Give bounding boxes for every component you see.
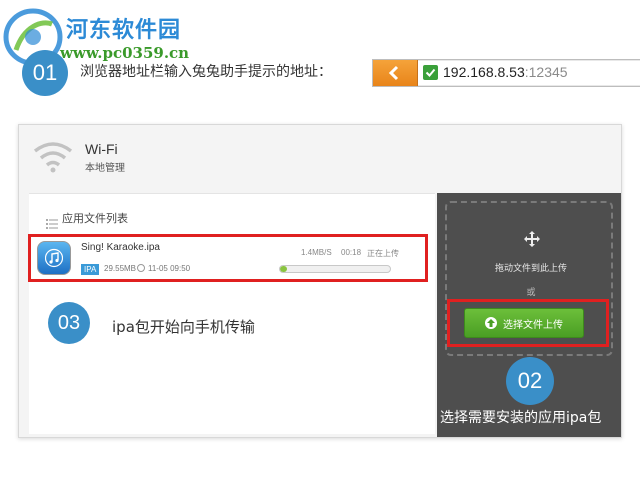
upload-progress-fill xyxy=(280,266,287,272)
upload-progress-bar xyxy=(279,265,391,273)
address-port: :12345 xyxy=(524,64,568,80)
step-3-badge: 03 xyxy=(48,302,90,344)
upload-arrow-icon xyxy=(485,317,497,329)
site-url: www.pc0359.cn xyxy=(60,44,190,62)
wifi-icon xyxy=(31,139,75,177)
app-file-name: Sing! Karaoke.ipa xyxy=(81,242,160,253)
select-file-upload-button[interactable]: 选择文件上传 xyxy=(464,308,584,338)
file-time: 11-05 09:50 xyxy=(148,264,191,273)
address-text[interactable]: 192.168.8.53:12345 xyxy=(443,64,568,80)
file-size: 29.55MB xyxy=(104,264,137,273)
back-button[interactable] xyxy=(373,60,418,86)
upload-elapsed: 00:18 xyxy=(341,248,362,257)
move-icon xyxy=(524,231,540,251)
clock-icon xyxy=(137,264,145,272)
upload-button-label: 选择文件上传 xyxy=(503,319,563,331)
list-icon xyxy=(46,214,58,233)
wifi-title: Wi-Fi xyxy=(85,141,118,157)
secure-check-icon xyxy=(423,65,438,80)
drop-hint-text: 拖动文件到此上传 xyxy=(494,264,567,274)
step-1-badge: 01 xyxy=(22,50,68,96)
file-type-badge: IPA xyxy=(81,264,100,275)
chevron-left-icon xyxy=(388,65,399,81)
or-text: 或 xyxy=(526,288,536,298)
step-2-badge: 02 xyxy=(506,357,554,405)
step-2-instruction: 选择需要安装的应用ipa包 xyxy=(440,410,602,426)
address-bar[interactable]: 192.168.8.53:12345 xyxy=(372,59,640,87)
upload-speed: 1.4MB/S xyxy=(301,248,332,257)
app-file-list: 应用文件列表 xyxy=(29,193,435,434)
step-1-instruction: 浏览器地址栏输入兔兔助手提示的地址： xyxy=(80,64,332,80)
wifi-subtitle: 本地管理 xyxy=(85,163,125,174)
list-header: 应用文件列表 xyxy=(62,212,128,225)
app-music-icon xyxy=(37,241,71,275)
upload-status: 正在上传 xyxy=(367,249,399,258)
list-item[interactable]: Sing! Karaoke.ipa IPA 29.55MB 11-05 09:5… xyxy=(28,234,428,282)
step-3-instruction: ipa包开始向手机传输 xyxy=(112,318,255,336)
site-name: 河东软件园 xyxy=(66,17,182,43)
address-host: 192.168.8.53 xyxy=(443,64,525,80)
